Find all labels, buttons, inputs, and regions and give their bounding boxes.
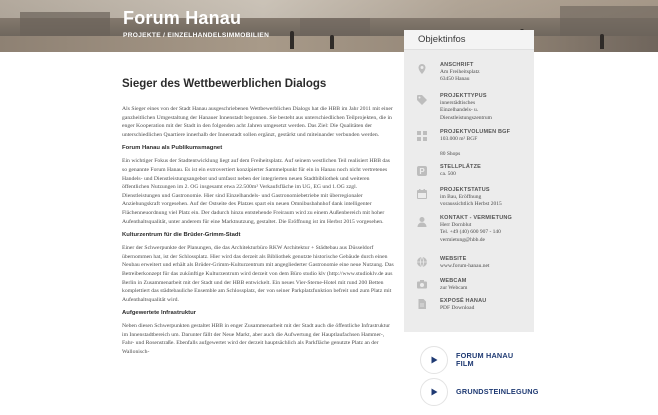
info-value: 80 Shops	[440, 150, 461, 157]
globe-icon	[416, 256, 428, 268]
grid-icon	[416, 130, 428, 142]
webcam-link[interactable]: zur Webcam	[440, 285, 467, 292]
video-grundsteinlegung[interactable]: GRUNDSTEINLEGUNG	[420, 378, 539, 406]
info-value: Am Freiheitsplatz	[440, 69, 480, 76]
info-project-volume: PROJEKTVOLUMEN BGF 103.000 m² BGF 80 Sho…	[440, 129, 510, 158]
info-value: 63450 Hanau	[440, 76, 470, 83]
breadcrumb-separator: /	[163, 32, 166, 39]
article-heading: Sieger des Wettbewerblichen Dialogs	[122, 78, 327, 90]
info-label: WEBCAM	[440, 278, 467, 284]
hero-ground	[0, 36, 658, 52]
info-value: im Bau, Eröffnung	[440, 194, 482, 201]
contact-email-link[interactable]: vermietung@hbb.de	[440, 237, 512, 244]
info-value: voraussichtlich Herbst 2015	[440, 201, 502, 208]
location-pin-icon	[416, 63, 428, 75]
info-value: Tel. +49 (40) 600 907 - 140	[440, 229, 501, 236]
video-label: FORUM HANAU FILM	[456, 351, 513, 369]
parking-icon: P	[416, 165, 428, 177]
play-icon[interactable]	[420, 378, 448, 406]
svg-text:P: P	[419, 167, 425, 176]
info-label: PROJEKTTYPUS	[440, 93, 487, 99]
person-icon	[416, 216, 428, 228]
video-label: GRUNDSTEINLEGUNG	[456, 386, 539, 397]
info-address: ANSCHRIFT Am Freiheitsplatz 63450 Hanau	[440, 62, 480, 84]
tag-icon	[416, 94, 428, 106]
hero-person	[290, 31, 294, 49]
article-paragraph: Ein wichtiger Fokus der Stadtentwicklung…	[122, 158, 391, 225]
article-subheading: Kulturzentrum für die Brüder-Grimm-Stadt	[122, 232, 241, 239]
info-webcam: WEBCAM zur Webcam	[440, 278, 467, 292]
breadcrumb-projekte[interactable]: PROJEKTE	[123, 32, 161, 39]
info-value: innerstädtisches	[440, 100, 476, 107]
document-icon	[416, 298, 428, 310]
article-subheading: Forum Hanau als Publikumsmagnet	[122, 145, 223, 152]
article-paragraph: Einer der Schwerpunkte der Planungen, di…	[122, 245, 394, 303]
breadcrumb: PROJEKTE / EINZELHANDELSIMMOBILIEN	[123, 32, 269, 39]
info-parking: STELLPLÄTZE ca. 500	[440, 164, 481, 178]
object-info-title: Objektinfos	[404, 30, 534, 50]
info-contact: KONTAKT - VERMIETUNG Herr Dornblut Tel. …	[440, 215, 512, 244]
info-label: ANSCHRIFT	[440, 62, 474, 68]
article-subheading: Aufgewertete Infrastruktur	[122, 310, 196, 317]
info-value: 103.000 m² BGF	[440, 136, 478, 143]
camera-icon	[416, 278, 428, 290]
website-link[interactable]: www.forum-hanau.net	[440, 263, 489, 270]
video-forum-hanau-film[interactable]: FORUM HANAU FILM	[420, 346, 513, 374]
info-label: STELLPLÄTZE	[440, 164, 482, 170]
object-info-panel: Objektinfos ANSCHRIFT Am Freiheitsplatz …	[404, 30, 534, 332]
video-label-line: FILM	[456, 359, 474, 368]
breadcrumb-einzelhandelsimmobilien[interactable]: EINZELHANDELSIMMOBILIEN	[167, 32, 269, 39]
info-label: EXPOSÉ HANAU	[440, 298, 487, 304]
info-value	[440, 143, 510, 150]
info-expose: EXPOSÉ HANAU PDF Download	[440, 298, 486, 312]
hero-banner: Forum Hanau PROJEKTE / EINZELHANDELSIMMO…	[0, 0, 658, 52]
article-paragraph: Neben diesen Schwerpunkten gestaltet HBB…	[122, 323, 391, 356]
info-project-type: PROJEKTTYPUS innerstädtisches Einzelhand…	[440, 93, 492, 122]
main-content: Sieger des Wettbewerblichen Dialogs Als …	[122, 78, 394, 363]
hero-person	[600, 34, 604, 49]
info-value: ca. 500	[440, 171, 456, 178]
hero-person	[330, 35, 334, 49]
calendar-icon	[416, 188, 428, 200]
play-icon[interactable]	[420, 346, 448, 374]
info-value: Einzelhandels- u.	[440, 107, 479, 114]
info-label: PROJEKTVOLUMEN BGF	[440, 129, 511, 135]
article-paragraph: Als Sieger eines von der Stadt Hanau aus…	[122, 106, 393, 138]
info-project-status: PROJEKTSTATUS im Bau, Eröffnung voraussi…	[440, 187, 502, 209]
video-label-line: GRUNDSTEINLEGUNG	[456, 386, 539, 396]
info-value: Dienstleistungszentrum	[440, 114, 492, 121]
info-website: WEBSITE www.forum-hanau.net	[440, 256, 489, 270]
info-label: KONTAKT - VERMIETUNG	[440, 215, 513, 221]
page-title: Forum Hanau	[123, 8, 242, 28]
pdf-download-link[interactable]: PDF Download	[440, 305, 486, 312]
